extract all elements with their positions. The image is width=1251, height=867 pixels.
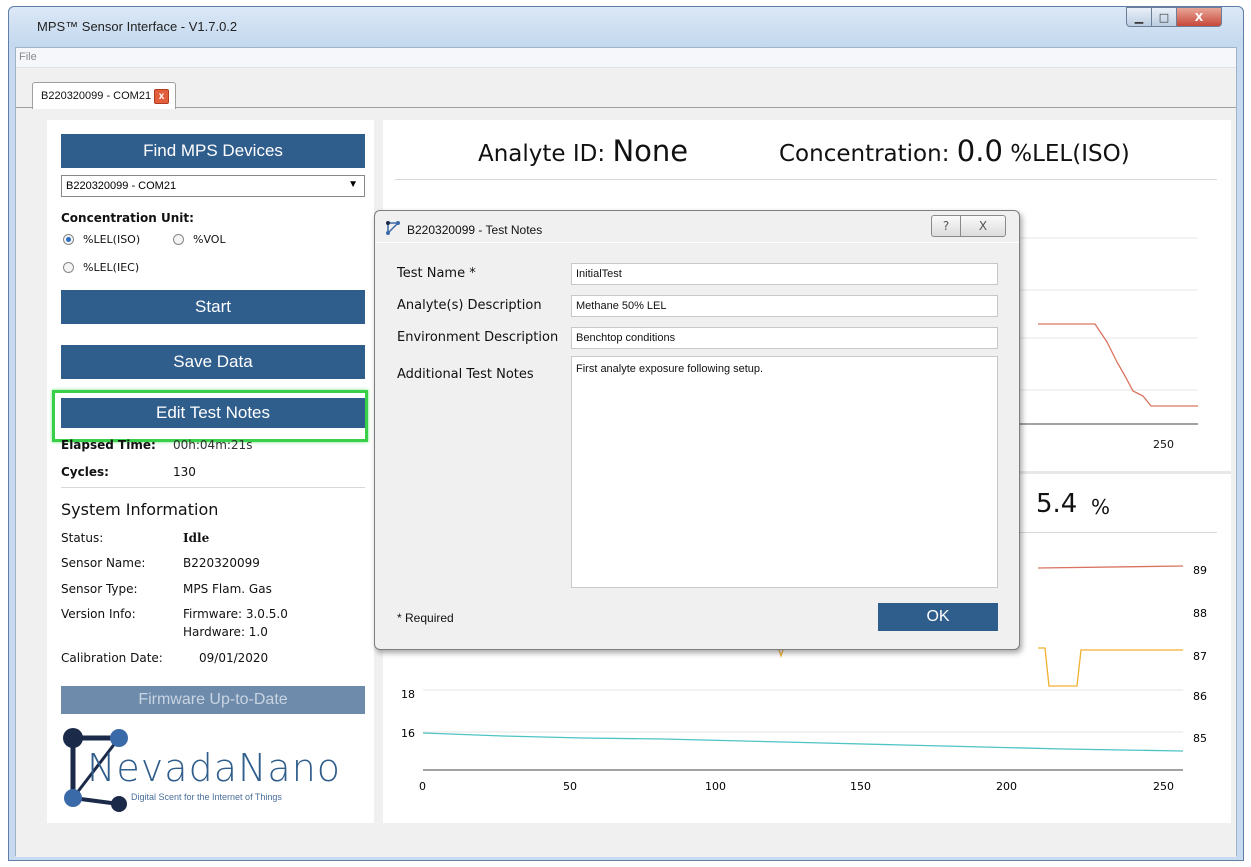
radio-lel-iso[interactable] — [63, 234, 74, 245]
environment-description-label: Environment Description — [397, 330, 559, 345]
radio-vol[interactable] — [173, 234, 184, 245]
help-button[interactable]: ? — [931, 215, 961, 237]
x-tick: 250 — [1153, 780, 1174, 793]
minimize-button[interactable]: ▁ — [1126, 7, 1152, 27]
app-icon — [386, 221, 400, 235]
x-tick: 0 — [419, 780, 426, 793]
temperature-series-line — [1037, 565, 1184, 569]
concentration-unit-label: Concentration Unit: — [61, 211, 194, 225]
window-title: MPS™ Sensor Interface - V1.7.0.2 — [37, 19, 238, 34]
version-info-label: Version Info: — [61, 607, 136, 621]
concentration-value: 0.0 — [956, 134, 1003, 168]
dialog-title-bar[interactable]: B220320099 - Test Notes ? X — [375, 211, 1019, 243]
save-data-button[interactable]: Save Data — [61, 345, 365, 379]
humidity-unit: % — [1091, 495, 1111, 519]
analyte-description-label: Analyte(s) Description — [397, 298, 542, 313]
tab-strip: B220320099 - COM21 x — [16, 68, 1236, 109]
dialog-title: B220320099 - Test Notes — [407, 223, 543, 237]
maximize-button[interactable]: □ — [1151, 7, 1177, 27]
status-value: Idle — [183, 531, 210, 545]
cycles-value: 130 — [173, 465, 196, 479]
sensor-name-value: B220320099 — [183, 556, 260, 570]
close-dialog-button[interactable]: X — [960, 215, 1006, 237]
sensor-name-label: Sensor Name: — [61, 556, 146, 570]
pressure-series-line — [1038, 647, 1183, 687]
environment-description-field[interactable]: Benchtop conditions — [571, 327, 998, 349]
x-tick: 50 — [563, 780, 577, 793]
logo-tagline: Digital Scent for the Internet of Things — [131, 792, 282, 802]
x-tick: 200 — [996, 780, 1017, 793]
left-y-tick: 16 — [401, 727, 415, 740]
additional-notes-label: Additional Test Notes — [397, 367, 534, 382]
x-tick: 150 — [850, 780, 871, 793]
right-y-tick: 85 — [1193, 732, 1207, 745]
menu-file[interactable]: File — [19, 51, 37, 63]
humidity-series-line — [422, 732, 1184, 752]
pressure-series-fragment — [778, 649, 784, 658]
top-x-tick: 250 — [1153, 438, 1174, 451]
additional-notes-textarea[interactable]: First analyte exposure following setup. — [571, 356, 998, 588]
right-y-tick: 86 — [1193, 690, 1207, 703]
right-y-tick: 88 — [1193, 607, 1207, 620]
menu-bar: File — [16, 48, 1236, 68]
device-select-value: B220320099 - COM21 — [66, 180, 177, 192]
sensor-type-label: Sensor Type: — [61, 582, 138, 596]
device-select[interactable]: B220320099 - COM21 ▼ — [61, 175, 365, 197]
cycles-label: Cycles: — [61, 465, 109, 479]
radio-lel-iec-label: %LEL(IEC) — [83, 261, 140, 274]
start-button[interactable]: Start — [61, 290, 365, 324]
system-info-title: System Information — [61, 500, 219, 519]
analyte-description-field[interactable]: Methane 50% LEL — [571, 295, 998, 317]
logo-text: NevadaNano — [87, 746, 342, 790]
firmware-up-to-date-button[interactable]: Firmware Up-to-Date — [61, 686, 365, 714]
radio-lel-iec[interactable] — [63, 262, 74, 273]
radio-vol-label: %VOL — [193, 233, 226, 246]
analyte-readout: Analyte ID: None — [478, 134, 688, 168]
concentration-label: Concentration: — [779, 141, 950, 167]
highlight-box — [52, 390, 368, 442]
test-notes-dialog: B220320099 - Test Notes ? X Test Name * … — [374, 210, 1020, 650]
concentration-readout: Concentration: 0.0 %LEL(ISO) — [779, 134, 1130, 168]
tab-device[interactable]: B220320099 - COM21 x — [32, 82, 177, 109]
required-note: * Required — [397, 611, 454, 625]
concentration-series-line — [1038, 323, 1198, 407]
divider — [61, 487, 365, 488]
firmware-version: Firmware: 3.0.5.0 — [183, 607, 288, 621]
test-name-field[interactable]: InitialTest — [571, 263, 998, 285]
ok-button[interactable]: OK — [878, 603, 998, 631]
header-divider — [395, 179, 1217, 180]
status-label: Status: — [61, 531, 104, 545]
calibration-date-value: 09/01/2020 — [199, 651, 269, 665]
radio-lel-iso-label: %LEL(ISO) — [83, 233, 141, 246]
sensor-type-value: MPS Flam. Gas — [183, 582, 272, 596]
close-window-button[interactable]: X — [1176, 7, 1222, 27]
analyte-id-value: None — [612, 134, 689, 168]
concentration-unit: %LEL(ISO) — [1010, 141, 1130, 167]
nevadanano-logo: NevadaNano Digital Scent for the Interne… — [57, 720, 367, 815]
hardware-version: Hardware: 1.0 — [183, 625, 268, 639]
right-y-tick: 87 — [1193, 650, 1207, 663]
left-y-tick: 18 — [401, 688, 415, 701]
analyte-id-label: Analyte ID: — [478, 141, 606, 167]
elapsed-time-label: Elapsed Time: — [61, 438, 156, 452]
title-bar[interactable]: MPS™ Sensor Interface - V1.7.0.2 ▁ □ X — [9, 7, 1243, 47]
elapsed-time-value: 00h:04m:21s — [173, 438, 253, 452]
tab-label: B220320099 - COM21 — [41, 90, 152, 102]
close-tab-icon[interactable]: x — [154, 89, 170, 104]
right-y-tick: 89 — [1193, 564, 1207, 577]
find-devices-button[interactable]: Find MPS Devices — [61, 134, 365, 168]
chevron-down-icon: ▼ — [348, 179, 358, 190]
x-tick: 100 — [705, 780, 726, 793]
control-panel: Find MPS Devices B220320099 - COM21 ▼ Co… — [47, 120, 374, 823]
test-name-label: Test Name * — [397, 266, 476, 281]
calibration-date-label: Calibration Date: — [61, 651, 163, 665]
humidity-value: 5.4 — [1036, 489, 1078, 519]
